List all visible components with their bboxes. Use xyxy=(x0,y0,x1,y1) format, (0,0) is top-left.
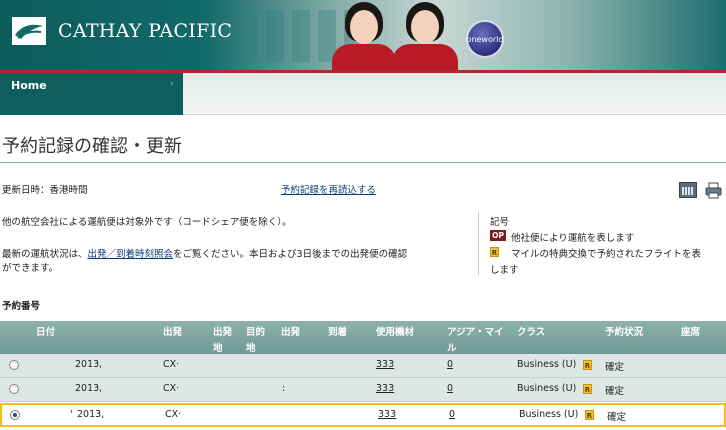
reload-booking-link[interactable]: 予約記録を再読込する xyxy=(281,182,376,196)
flight-date: 2013, xyxy=(75,383,103,394)
col-seat: 座席 xyxy=(681,327,701,338)
page-title: 予約記録の確認・更新 xyxy=(2,136,182,157)
calendar-add-icon[interactable] xyxy=(679,182,697,198)
flight-time-fragment: : xyxy=(282,383,286,394)
legend-r-text-2: します xyxy=(490,265,519,276)
booking-ref-label: 予約番号 xyxy=(2,301,41,312)
flight-table-header: 日付 出発 出発 地 目的 地 出発 到着 使用機材 アジア・マイ ル クラス … xyxy=(0,321,726,354)
miles-link[interactable]: 0 xyxy=(447,359,453,370)
booking-status: 確定 xyxy=(605,362,625,373)
nav-home-label[interactable]: Home xyxy=(11,79,47,92)
flight-select-radio[interactable] xyxy=(9,360,19,370)
brand-name: CATHAY PACIFIC xyxy=(58,20,233,42)
oneworld-badge: oneworld xyxy=(466,20,504,58)
flight-date-prefix: ' xyxy=(70,409,73,420)
status-note: 最新の運航状況は、出発／到着時刻照会をご覧ください。本日および3日後までの出発便… xyxy=(2,246,407,260)
r-badge-icon: R xyxy=(583,384,592,394)
print-icon[interactable] xyxy=(705,182,722,199)
nav-arrow-icon: › xyxy=(170,79,174,89)
op-badge-icon: OP xyxy=(490,230,506,241)
col-aircraft: 使用機材 xyxy=(376,327,415,338)
miles-link[interactable]: 0 xyxy=(449,409,455,420)
legend-divider xyxy=(478,212,479,275)
title-divider xyxy=(0,162,726,163)
col-asia-miles-2: ル xyxy=(447,343,457,354)
flight-row[interactable]: 2013, CX· : 333 0 Business (U) R 確定 xyxy=(0,378,726,402)
flight-number: CX· xyxy=(163,359,180,370)
flight-row[interactable]: 2013, CX· 333 0 Business (U) R 確定 xyxy=(0,354,726,378)
col-dep-place: 出発 xyxy=(213,327,233,338)
aircraft-link[interactable]: 333 xyxy=(376,383,394,394)
aircraft-link[interactable]: 333 xyxy=(378,409,396,420)
flight-status-link[interactable]: 出発／到着時刻照会 xyxy=(88,249,174,260)
cabin-class: Business (U) xyxy=(517,383,577,394)
flight-number: CX· xyxy=(163,383,180,394)
crew-photo-left xyxy=(332,2,396,70)
col-destination: 目的 xyxy=(246,327,266,338)
flight-date: 2013, xyxy=(77,409,105,420)
miles-link[interactable]: 0 xyxy=(447,383,453,394)
booking-status: 確定 xyxy=(607,412,627,423)
status-note-suffix: をご覧ください。本日および3日後までの出発便の確認 xyxy=(173,249,408,260)
r-badge-icon: R xyxy=(490,247,499,257)
legend-title: 記号 xyxy=(490,217,510,228)
updated-label: 更新日時：香港時間 xyxy=(2,185,88,196)
aircraft-link[interactable]: 333 xyxy=(376,359,394,370)
flight-select-radio[interactable] xyxy=(10,410,20,420)
brushwing-logo-icon xyxy=(12,17,46,45)
col-dep-time: 出発 xyxy=(281,327,301,338)
crew-photo-right xyxy=(392,2,458,70)
flight-number: CX· xyxy=(165,409,182,420)
col-date: 日付 xyxy=(36,327,56,338)
col-status: 予約状況 xyxy=(605,327,644,338)
nav-home[interactable]: Home › xyxy=(0,73,183,115)
status-note-line2: ができます。 xyxy=(2,263,59,274)
status-note-prefix: 最新の運航状況は、 xyxy=(2,249,88,260)
booking-status: 確定 xyxy=(605,386,625,397)
col-asia-miles: アジア・マイ xyxy=(447,327,504,338)
col-departure: 出発 xyxy=(163,327,183,338)
legend-op-text: 他社便により運航を表します xyxy=(511,233,635,244)
col-destination-2: 地 xyxy=(246,343,256,354)
nav-bar xyxy=(183,73,726,115)
legend-r-text: マイルの特典交換で予約されたフライトを表 xyxy=(511,249,702,260)
flight-row-selected[interactable]: ' 2013, CX· 333 0 Business (U) R 確定 xyxy=(0,403,726,427)
header-banner: CATHAY PACIFIC oneworld xyxy=(0,0,726,70)
r-badge-icon: R xyxy=(583,360,592,370)
col-arr-time: 到着 xyxy=(328,327,348,338)
r-badge-icon: R xyxy=(585,410,594,420)
flight-select-radio[interactable] xyxy=(9,384,19,394)
col-dep-place-2: 地 xyxy=(213,343,223,354)
col-class: クラス xyxy=(517,327,546,338)
cabin-class: Business (U) xyxy=(517,359,577,370)
cabin-class: Business (U) xyxy=(519,409,579,420)
codeshare-note: 他の航空会社による運航便は対象外です（コードシェア便を除く）。 xyxy=(2,217,292,228)
flight-date: 2013, xyxy=(75,359,103,370)
